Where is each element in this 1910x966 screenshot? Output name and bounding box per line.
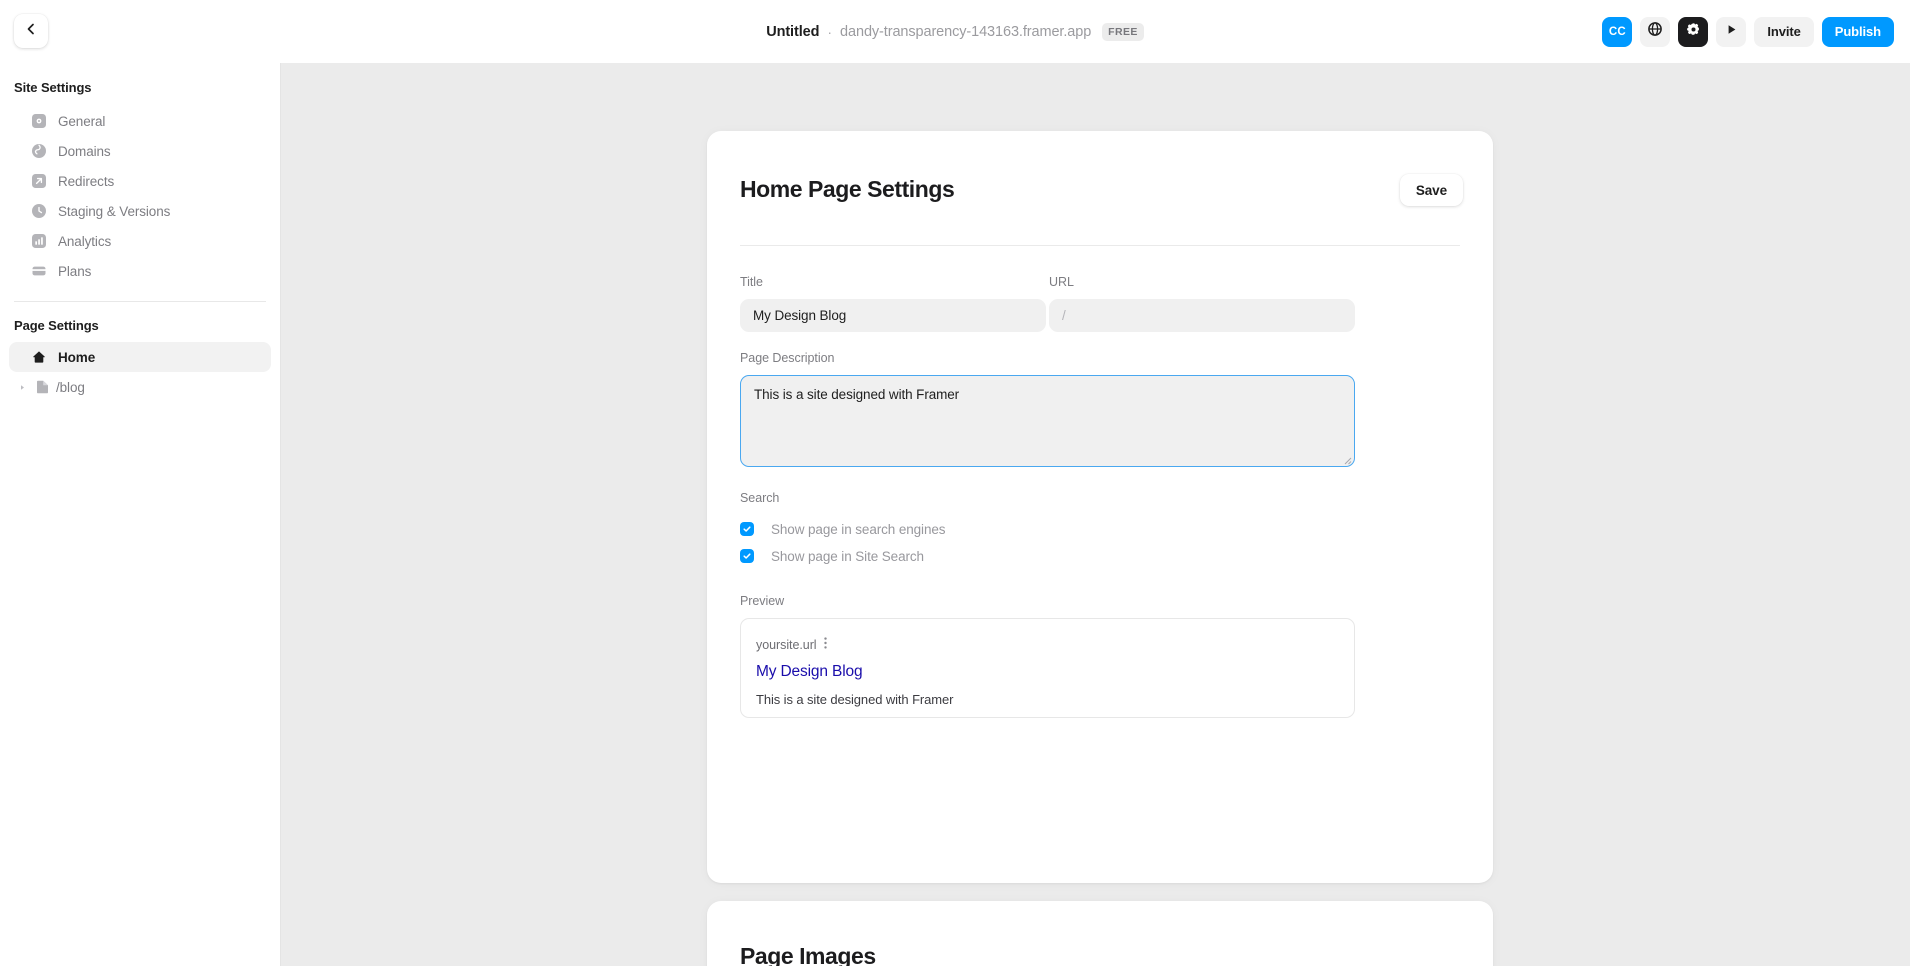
sidebar-item-redirects[interactable]: Redirects xyxy=(9,166,271,196)
document-name: Untitled xyxy=(766,24,819,40)
redirect-arrow-icon xyxy=(31,173,47,189)
sidebar-item-home[interactable]: Home xyxy=(9,342,271,372)
sidebar-item-general[interactable]: General xyxy=(9,106,271,136)
search-section-label: Search xyxy=(740,491,1140,505)
credit-card-icon xyxy=(31,263,47,279)
site-settings-heading: Site Settings xyxy=(0,80,280,95)
sidebar-item-label: General xyxy=(58,114,105,129)
search-section: Search Show page in search engines Show … xyxy=(740,491,1140,573)
title-separator: · xyxy=(827,24,832,40)
sidebar-item-label: Plans xyxy=(58,264,91,279)
page-icon xyxy=(34,379,50,395)
sidebar-item-label: Domains xyxy=(58,144,111,159)
search-result-preview: yoursite.url My Design Blog This is a si… xyxy=(740,618,1355,718)
sidebar-divider xyxy=(14,301,266,302)
publish-button[interactable]: Publish xyxy=(1822,17,1894,47)
chevron-right-icon[interactable] xyxy=(16,384,28,391)
checkbox-row-search-engines[interactable]: Show page in search engines xyxy=(740,519,1140,539)
page-images-card: Page Images xyxy=(707,901,1493,966)
url-field-group: URL / xyxy=(1049,275,1355,332)
sidebar-item-plans[interactable]: Plans xyxy=(9,256,271,286)
description-field-label: Page Description xyxy=(740,351,1355,365)
preview-section: Preview yoursite.url My Design Blog This… xyxy=(740,594,1355,718)
sidebar-item-label: Redirects xyxy=(58,174,114,189)
description-textarea-value: This is a site designed with Framer xyxy=(754,387,959,402)
checkbox-label: Show page in search engines xyxy=(771,522,945,537)
preview-url-row: yoursite.url xyxy=(756,636,1339,654)
checkbox-checked-icon[interactable] xyxy=(740,522,754,536)
top-bar: Untitled · dandy-transparency-143163.fra… xyxy=(0,0,1910,63)
checkbox-label: Show page in Site Search xyxy=(771,549,924,564)
description-textarea[interactable]: This is a site designed with Framer xyxy=(740,375,1355,467)
card-divider xyxy=(740,245,1460,246)
page-title: Home Page Settings xyxy=(740,176,954,203)
title-field-group: Title My Design Blog xyxy=(740,275,1046,332)
url-field-label: URL xyxy=(1049,275,1355,289)
title-input[interactable]: My Design Blog xyxy=(740,299,1046,332)
sidebar-item-analytics[interactable]: Analytics xyxy=(9,226,271,256)
page-settings-heading: Page Settings xyxy=(0,318,280,333)
preview-play-button[interactable] xyxy=(1716,17,1746,47)
back-button[interactable] xyxy=(14,14,48,48)
checkbox-checked-icon[interactable] xyxy=(740,549,754,563)
sidebar: Site Settings General Domains Redirects … xyxy=(0,63,281,966)
bar-chart-icon xyxy=(31,233,47,249)
save-button[interactable]: Save xyxy=(1400,174,1463,206)
home-icon xyxy=(31,349,47,365)
preview-description: This is a site designed with Framer xyxy=(756,692,1339,707)
globe-icon xyxy=(1647,21,1663,42)
invite-button[interactable]: Invite xyxy=(1754,17,1813,47)
sidebar-item-label: Home xyxy=(58,350,95,365)
plan-badge: FREE xyxy=(1102,23,1144,41)
preview-section-label: Preview xyxy=(740,594,1355,608)
page-settings-card: Home Page Settings Save Title My Design … xyxy=(707,131,1493,883)
main-content: Home Page Settings Save Title My Design … xyxy=(281,63,1910,966)
globe-icon xyxy=(31,143,47,159)
site-url: dandy-transparency-143163.framer.app xyxy=(840,24,1091,40)
url-input[interactable]: / xyxy=(1049,299,1355,332)
gear-icon xyxy=(1686,22,1701,42)
sidebar-item-label: Staging & Versions xyxy=(58,204,170,219)
sidebar-item-blog[interactable]: /blog xyxy=(9,372,271,402)
clock-icon xyxy=(31,203,47,219)
sidebar-item-domains[interactable]: Domains xyxy=(9,136,271,166)
sidebar-item-staging-versions[interactable]: Staging & Versions xyxy=(9,196,271,226)
toolbar-actions: CC Invite xyxy=(1602,0,1894,63)
general-icon xyxy=(31,113,47,129)
title-field-label: Title xyxy=(740,275,1046,289)
vertical-dots-icon[interactable] xyxy=(824,636,827,654)
description-field-group: Page Description This is a site designed… xyxy=(740,351,1355,467)
globe-button[interactable] xyxy=(1640,17,1670,47)
preview-url: yoursite.url xyxy=(756,638,817,652)
play-icon xyxy=(1725,23,1738,41)
checkbox-row-site-search[interactable]: Show page in Site Search xyxy=(740,546,1140,566)
sidebar-item-label: Analytics xyxy=(58,234,111,249)
sidebar-item-label: /blog xyxy=(56,380,85,395)
chevron-left-icon xyxy=(24,22,38,41)
avatar[interactable]: CC xyxy=(1602,17,1632,47)
page-images-title: Page Images xyxy=(740,943,876,966)
settings-button[interactable] xyxy=(1678,17,1708,47)
url-input-placeholder: / xyxy=(1062,308,1066,323)
title-input-value: My Design Blog xyxy=(753,308,846,323)
resize-handle-icon[interactable] xyxy=(1341,453,1352,464)
preview-link-title[interactable]: My Design Blog xyxy=(756,663,1339,681)
